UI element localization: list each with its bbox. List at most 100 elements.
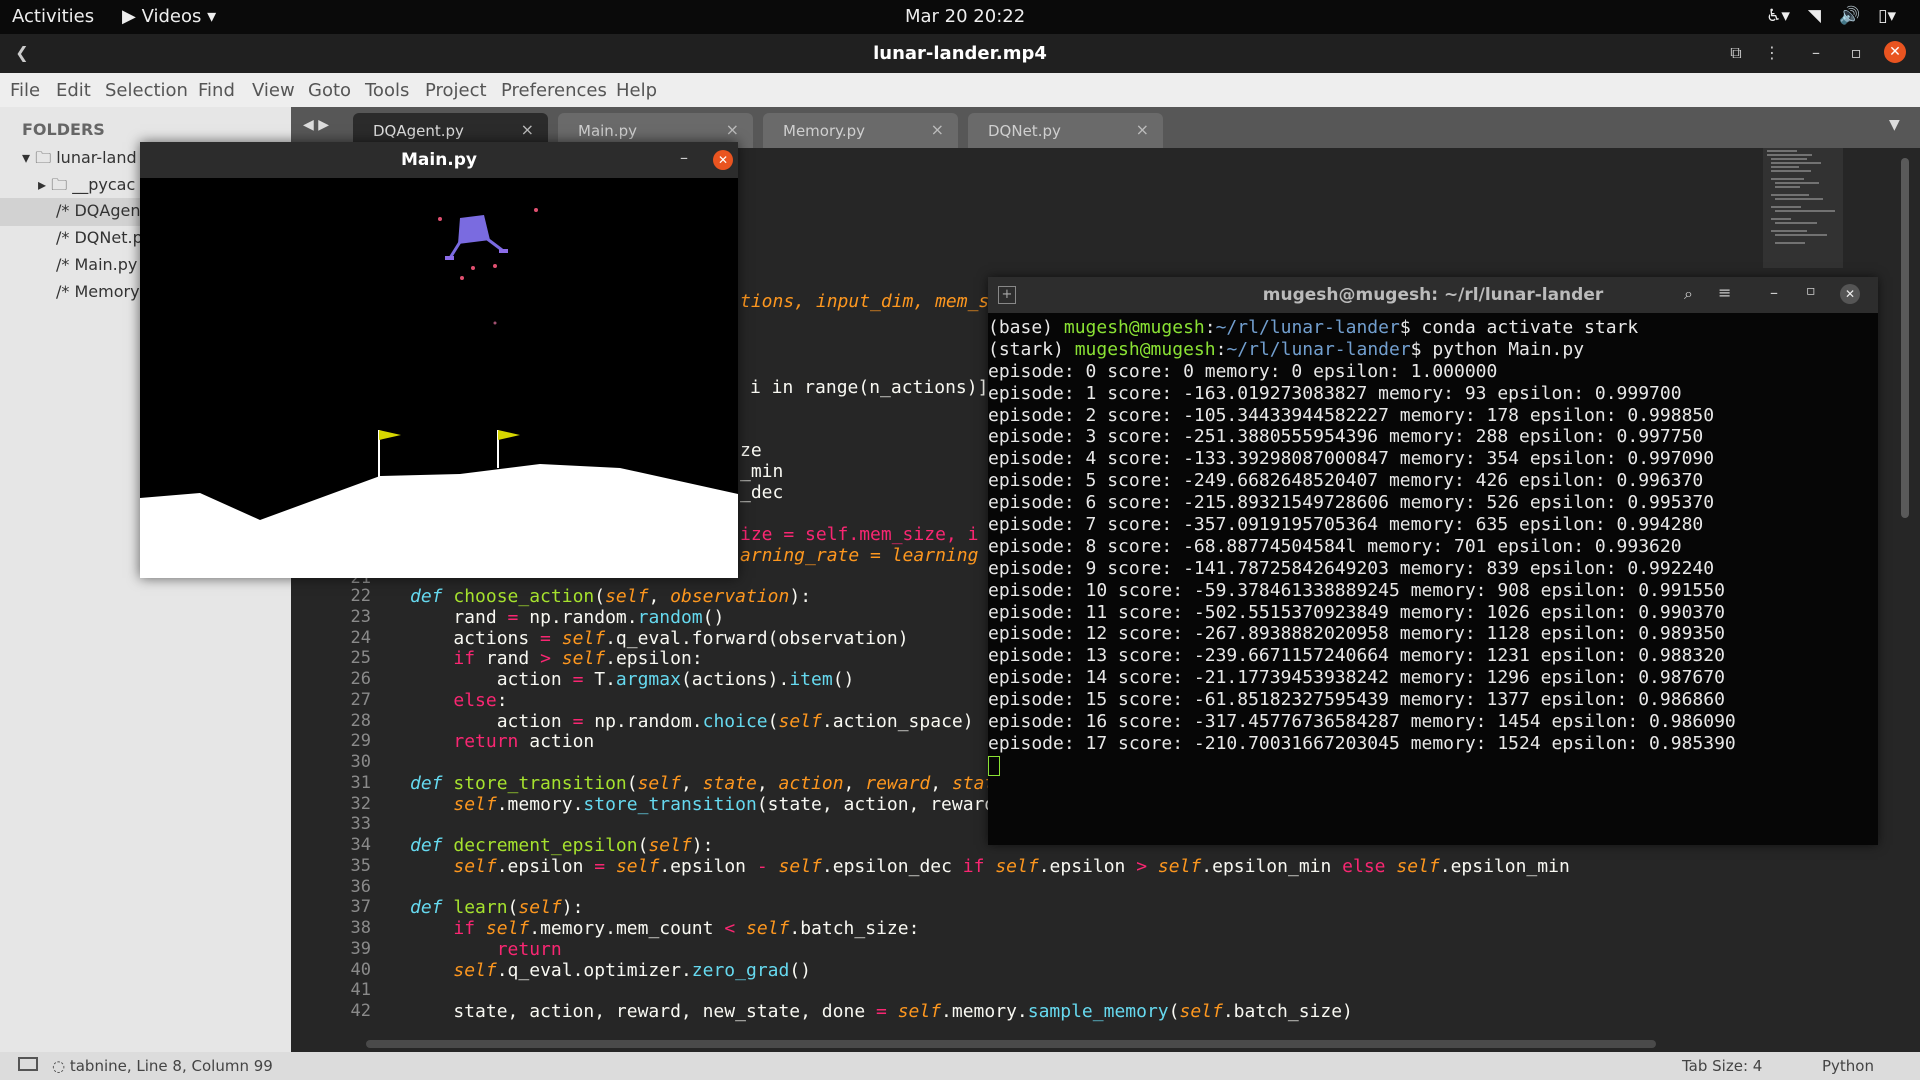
code-line-35: self.epsilon = self.epsilon - self.epsil…: [453, 856, 1570, 877]
menu-tools[interactable]: Tools: [365, 80, 409, 101]
code-line-26: action = T.argmax(actions).item(): [410, 669, 855, 690]
terminal-line: episode: 2 score: -105.34433944582227 me…: [988, 404, 1715, 426]
maximize-icon[interactable]: ▫: [1806, 283, 1816, 299]
close-icon[interactable]: ✕: [1840, 284, 1860, 304]
hamburger-icon[interactable]: ≡: [1718, 283, 1731, 302]
folder-icon: 🗀: [35, 148, 52, 167]
activities-button[interactable]: Activities: [12, 6, 94, 27]
minimize-icon[interactable]: –: [1804, 42, 1828, 64]
videos-app-menu[interactable]: ▶ Videos ▾: [122, 6, 216, 27]
code-line-42: state, action, reward, new_state, done =…: [410, 1001, 1353, 1022]
code-line-37: def learn(self):: [410, 897, 584, 918]
minimize-icon[interactable]: –: [680, 148, 688, 167]
maximize-icon[interactable]: ▫: [1844, 42, 1868, 64]
file-icon: /*: [56, 255, 70, 274]
terminal-line: episode: 17 score: -210.70031667203045 m…: [988, 732, 1736, 754]
terminal-line: episode: 7 score: -357.0919195705364 mem…: [988, 514, 1704, 536]
terminal-line: episode: 12 score: -267.8938882020958 me…: [988, 623, 1725, 645]
tab-dropdown-icon[interactable]: ▼: [1889, 117, 1900, 133]
tab-close-icon[interactable]: ×: [521, 120, 534, 139]
syntax-indicator[interactable]: Python: [1822, 1057, 1874, 1075]
terminal-line: episode: 6 score: -215.89321549728606 me…: [988, 492, 1715, 514]
game-title-bar: Main.py – ✕: [140, 142, 738, 178]
tab-close-icon[interactable]: ×: [1136, 120, 1149, 139]
code-line-27: else:: [453, 690, 508, 711]
player-title-bar: ❮ lunar-lander.mp4 ⧉ ⋮ – ▫ ✕: [0, 34, 1920, 73]
terminal-window[interactable]: + mugesh@mugesh: ~/rl/lunar-lander ⌕ ≡ –…: [988, 277, 1878, 845]
terminal-output[interactable]: (base) mugesh@mugesh:~/rl/lunar-lander$ …: [988, 317, 1868, 777]
tab-dqnet[interactable]: DQNet.py ×: [968, 113, 1163, 148]
terminal-title-bar: + mugesh@mugesh: ~/rl/lunar-lander ⌕ ≡ –…: [988, 277, 1878, 313]
system-tray[interactable]: ♿▾ ◥ 🔊 ▯▾: [1766, 6, 1896, 26]
menu-selection[interactable]: Selection: [105, 80, 188, 101]
menu-edit[interactable]: Edit: [56, 80, 91, 101]
sidebar-item-pycache[interactable]: ▸ 🗀 __pycac: [38, 174, 135, 201]
sidebar-item-dqnet[interactable]: /* DQNet.p: [56, 228, 143, 247]
search-icon[interactable]: ⌕: [1684, 284, 1693, 304]
code-line-25: if rand > self.epsilon:: [453, 648, 703, 669]
code-line-28: action = np.random.choice(self.action_sp…: [410, 711, 974, 732]
menu-preferences[interactable]: Preferences: [501, 80, 607, 101]
window-title: lunar-lander.mp4: [873, 43, 1047, 64]
terminal-line: episode: 16 score: -317.45776736584287 m…: [988, 711, 1736, 733]
tab-nav-arrows-icon[interactable]: ◀ ▶: [303, 117, 329, 133]
code-line-partial: _min: [740, 461, 784, 482]
menu-goto[interactable]: Goto: [308, 80, 351, 101]
terminal-line: episode: 15 score: -61.85182327595439 me…: [988, 689, 1725, 711]
tab-memory[interactable]: Memory.py ×: [763, 113, 958, 148]
code-line-24: actions = self.q_eval.forward(observatio…: [410, 628, 909, 649]
code-line-39: return: [496, 939, 562, 960]
terminal-title: mugesh@mugesh: ~/rl/lunar-lander: [1262, 285, 1604, 305]
status-bar: ◌ tabnine, Line 8, Column 99 Tab Size: 4…: [0, 1052, 1920, 1080]
folders-header: FOLDERS: [22, 120, 105, 139]
status-left: ◌ tabnine, Line 8, Column 99: [52, 1057, 273, 1075]
tab-size-indicator[interactable]: Tab Size: 4: [1682, 1057, 1762, 1075]
volume-icon: 🔊: [1838, 6, 1861, 26]
menu-project[interactable]: Project: [425, 80, 487, 101]
pip-icon[interactable]: ⧉: [1724, 42, 1748, 64]
kebab-menu-icon[interactable]: ⋮: [1760, 42, 1784, 64]
play-icon: ▶: [122, 6, 136, 27]
code-line-22: def choose_action(self, observation):: [410, 586, 812, 607]
menu-file[interactable]: File: [10, 80, 40, 101]
code-line-40: self.q_eval.optimizer.zero_grad(): [453, 960, 812, 981]
menu-help[interactable]: Help: [616, 80, 657, 101]
vertical-scrollbar[interactable]: [1901, 158, 1909, 518]
file-icon: /*: [56, 282, 70, 301]
code-line-23: rand = np.random.random(): [410, 607, 725, 628]
terminal-cursor: [988, 755, 1868, 777]
panel-toggle-icon[interactable]: [18, 1057, 38, 1071]
close-icon[interactable]: ✕: [1884, 41, 1906, 63]
folder-icon: 🗀: [51, 175, 68, 194]
terminal-line: episode: 9 score: -141.78725842649203 me…: [988, 557, 1715, 579]
tab-close-icon[interactable]: ×: [931, 120, 944, 139]
terminal-line: episode: 8 score: -68.88774504584l memor…: [988, 535, 1682, 557]
code-line-partial: _dec: [740, 482, 784, 503]
wifi-icon: ◥: [1807, 6, 1821, 26]
battery-icon: ▯▾: [1878, 6, 1896, 26]
tab-close-icon[interactable]: ×: [726, 120, 739, 139]
code-line-partial: ze: [740, 440, 762, 461]
minimize-icon[interactable]: –: [1770, 283, 1778, 302]
menu-bar: File Edit Selection Find View Goto Tools…: [0, 73, 1920, 107]
horizontal-scrollbar[interactable]: [366, 1040, 1656, 1048]
close-icon[interactable]: ✕: [713, 150, 733, 170]
file-icon: /*: [56, 228, 70, 247]
terminal-line: episode: 10 score: -59.378461338889245 m…: [988, 579, 1725, 601]
terminal-prompt-line: (stark) mugesh@mugesh:~/rl/lunar-lander$…: [988, 338, 1585, 360]
menu-find[interactable]: Find: [198, 80, 235, 101]
sidebar-item-main[interactable]: /* Main.py: [56, 255, 137, 274]
sidebar-item-lunar-lander[interactable]: ▾ 🗀 lunar-land: [22, 147, 137, 174]
terminal-line: episode: 0 score: 0 memory: 0 epsilon: 1…: [988, 360, 1498, 382]
menu-view[interactable]: View: [252, 80, 295, 101]
terminal-line: episode: 13 score: -239.6671157240664 me…: [988, 645, 1725, 667]
minimap[interactable]: [1763, 148, 1843, 268]
accessibility-icon[interactable]: ♿▾: [1766, 6, 1790, 26]
clock[interactable]: Mar 20 20:22: [905, 6, 1025, 27]
game-window[interactable]: Main.py – ✕: [140, 142, 738, 578]
sidebar-item-memory[interactable]: /* Memory: [56, 282, 140, 301]
terminal-line: episode: 3 score: -251.3880555954396 mem…: [988, 426, 1704, 448]
sidebar-item-dqagent[interactable]: /* DQAgen: [56, 201, 140, 220]
code-line-partial: arning_rate = learning: [740, 545, 979, 566]
code-line-38: if self.memory.mem_count < self.batch_si…: [453, 918, 920, 939]
